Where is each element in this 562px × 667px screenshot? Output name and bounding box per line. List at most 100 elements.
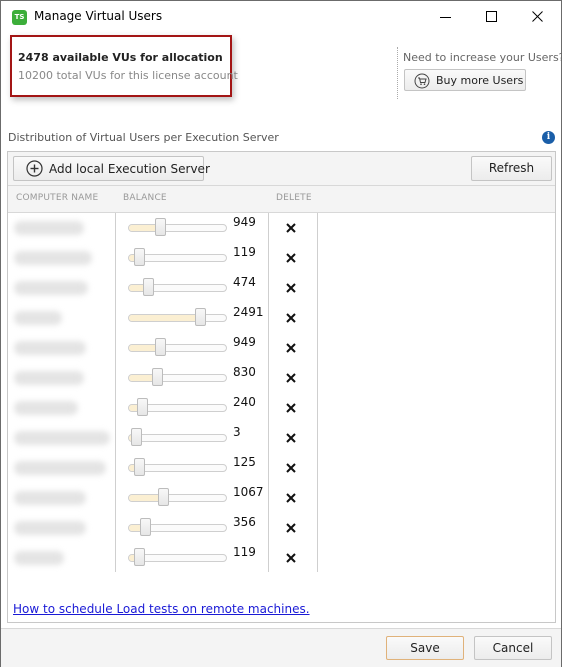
balance-slider-thumb[interactable] [140, 518, 152, 536]
distribution-label: Distribution of Virtual Users per Execut… [8, 131, 279, 144]
computer-name-redacted [14, 311, 62, 325]
delete-server-icon[interactable] [285, 492, 297, 504]
balance-slider-track[interactable] [128, 434, 227, 442]
column-delete[interactable]: DELETE [276, 193, 312, 203]
delete-server-icon[interactable] [285, 372, 297, 384]
close-button[interactable] [515, 1, 561, 33]
balance-slider-track[interactable] [128, 374, 227, 382]
balance-slider-thumb[interactable] [134, 458, 146, 476]
balance-slider-thumb[interactable] [134, 248, 146, 266]
close-icon [532, 11, 543, 22]
balance-value: 949 [233, 215, 256, 229]
server-row: 356 [8, 513, 318, 543]
delete-server-icon[interactable] [285, 282, 297, 294]
increase-users-prompt: Need to increase your Users? [403, 51, 562, 64]
buy-more-users-label: Buy more Users [436, 74, 524, 87]
balance-slider-track[interactable] [128, 314, 227, 322]
balance-value: 119 [233, 245, 256, 259]
total-vus-text: 10200 total VUs for this license account [18, 69, 238, 82]
balance-value: 356 [233, 515, 256, 529]
add-server-label: Add local Execution Server [49, 162, 210, 176]
table-header: COMPUTER NAME BALANCE DELETE [8, 186, 555, 213]
balance-value: 830 [233, 365, 256, 379]
balance-slider-fill [129, 315, 201, 321]
info-icon[interactable]: i [542, 131, 555, 144]
balance-value: 1067 [233, 485, 264, 499]
computer-name-redacted [14, 401, 78, 415]
window-title: Manage Virtual Users [34, 9, 163, 23]
servers-list: 949 119 474 2491 949 830 240 3 125 1067 356 119 [8, 213, 555, 573]
balance-value: 474 [233, 275, 256, 289]
cart-icon [414, 73, 430, 89]
cancel-button[interactable]: Cancel [474, 636, 552, 660]
maximize-button[interactable] [469, 1, 515, 33]
balance-value: 125 [233, 455, 256, 469]
balance-slider-thumb[interactable] [155, 338, 167, 356]
buy-more-users-button[interactable]: Buy more Users [404, 69, 526, 91]
column-computer-name[interactable]: COMPUTER NAME [16, 193, 98, 203]
computer-name-redacted [14, 341, 86, 355]
schedule-help-link[interactable]: How to schedule Load tests on remote mac… [13, 602, 310, 616]
manage-virtual-users-dialog: TS Manage Virtual Users 2478 available V… [0, 0, 562, 667]
app-logo-icon: TS [12, 10, 27, 25]
refresh-button[interactable]: Refresh [471, 156, 552, 181]
balance-slider-thumb[interactable] [158, 488, 170, 506]
balance-value: 3 [233, 425, 241, 439]
balance-slider-track[interactable] [128, 344, 227, 352]
balance-slider-track[interactable] [128, 494, 227, 502]
balance-value: 240 [233, 395, 256, 409]
balance-slider-thumb[interactable] [131, 428, 143, 446]
delete-server-icon[interactable] [285, 342, 297, 354]
computer-name-redacted [14, 221, 84, 235]
balance-slider-thumb[interactable] [137, 398, 149, 416]
computer-name-redacted [14, 491, 86, 505]
server-row: 830 [8, 363, 318, 393]
available-vus-text: 2478 available VUs for allocation [18, 51, 223, 64]
computer-name-redacted [14, 521, 86, 535]
column-balance[interactable]: BALANCE [123, 193, 167, 203]
add-local-execution-server-button[interactable]: Add local Execution Server [13, 156, 210, 181]
delete-server-icon[interactable] [285, 252, 297, 264]
server-row: 949 [8, 333, 318, 363]
server-row: 3 [8, 423, 318, 453]
delete-server-icon[interactable] [285, 552, 297, 564]
servers-toolbar: Add local Execution Server Refresh [8, 152, 555, 186]
license-summary: 2478 available VUs for allocation 10200 … [10, 35, 238, 97]
server-row: 949 [8, 213, 318, 243]
plus-circle-icon [26, 160, 43, 177]
balance-slider-thumb[interactable] [143, 278, 155, 296]
dialog-footer: Save Cancel [1, 628, 561, 667]
balance-slider-track[interactable] [128, 224, 227, 232]
computer-name-redacted [14, 551, 64, 565]
delete-server-icon[interactable] [285, 462, 297, 474]
server-row: 240 [8, 393, 318, 423]
balance-slider-thumb[interactable] [195, 308, 207, 326]
delete-server-icon[interactable] [285, 432, 297, 444]
computer-name-redacted [14, 431, 110, 445]
server-row: 474 [8, 273, 318, 303]
balance-value: 949 [233, 335, 256, 349]
minimize-button[interactable] [423, 1, 469, 33]
delete-server-icon[interactable] [285, 522, 297, 534]
balance-slider-thumb[interactable] [134, 548, 146, 566]
balance-slider-thumb[interactable] [152, 368, 164, 386]
server-row: 119 [8, 243, 318, 273]
minimize-icon [440, 17, 451, 18]
balance-value: 119 [233, 545, 256, 559]
server-row: 125 [8, 453, 318, 483]
computer-name-redacted [14, 251, 92, 265]
computer-name-redacted [14, 461, 106, 475]
delete-server-icon[interactable] [285, 402, 297, 414]
title-bar: TS Manage Virtual Users [1, 1, 561, 33]
maximize-icon [486, 11, 497, 22]
delete-server-icon[interactable] [285, 222, 297, 234]
save-button[interactable]: Save [386, 636, 464, 660]
server-row: 2491 [8, 303, 318, 333]
buy-panel: Need to increase your Users? Buy more Us… [397, 47, 562, 99]
computer-name-redacted [14, 371, 84, 385]
server-row: 119 [8, 543, 318, 573]
execution-servers-panel: Add local Execution Server Refresh COMPU… [7, 151, 556, 623]
server-row: 1067 [8, 483, 318, 513]
balance-slider-thumb[interactable] [155, 218, 167, 236]
delete-server-icon[interactable] [285, 312, 297, 324]
